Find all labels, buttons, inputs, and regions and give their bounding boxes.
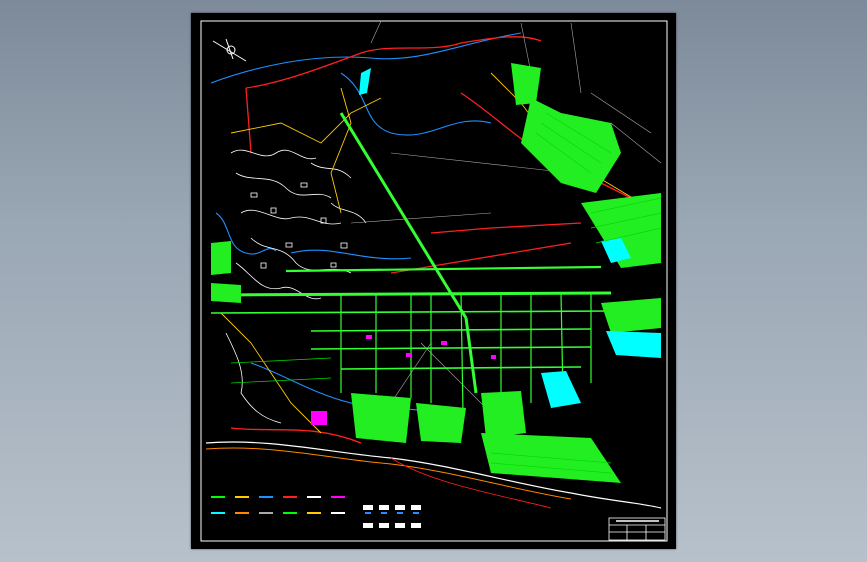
north-arrow-icon [212,38,247,62]
cad-viewport[interactable] [0,0,867,562]
map-legend [211,496,421,528]
map-drawing [200,20,668,542]
drawing-sheet[interactable] [191,13,676,549]
title-block [608,517,666,541]
green-zones [211,63,661,483]
